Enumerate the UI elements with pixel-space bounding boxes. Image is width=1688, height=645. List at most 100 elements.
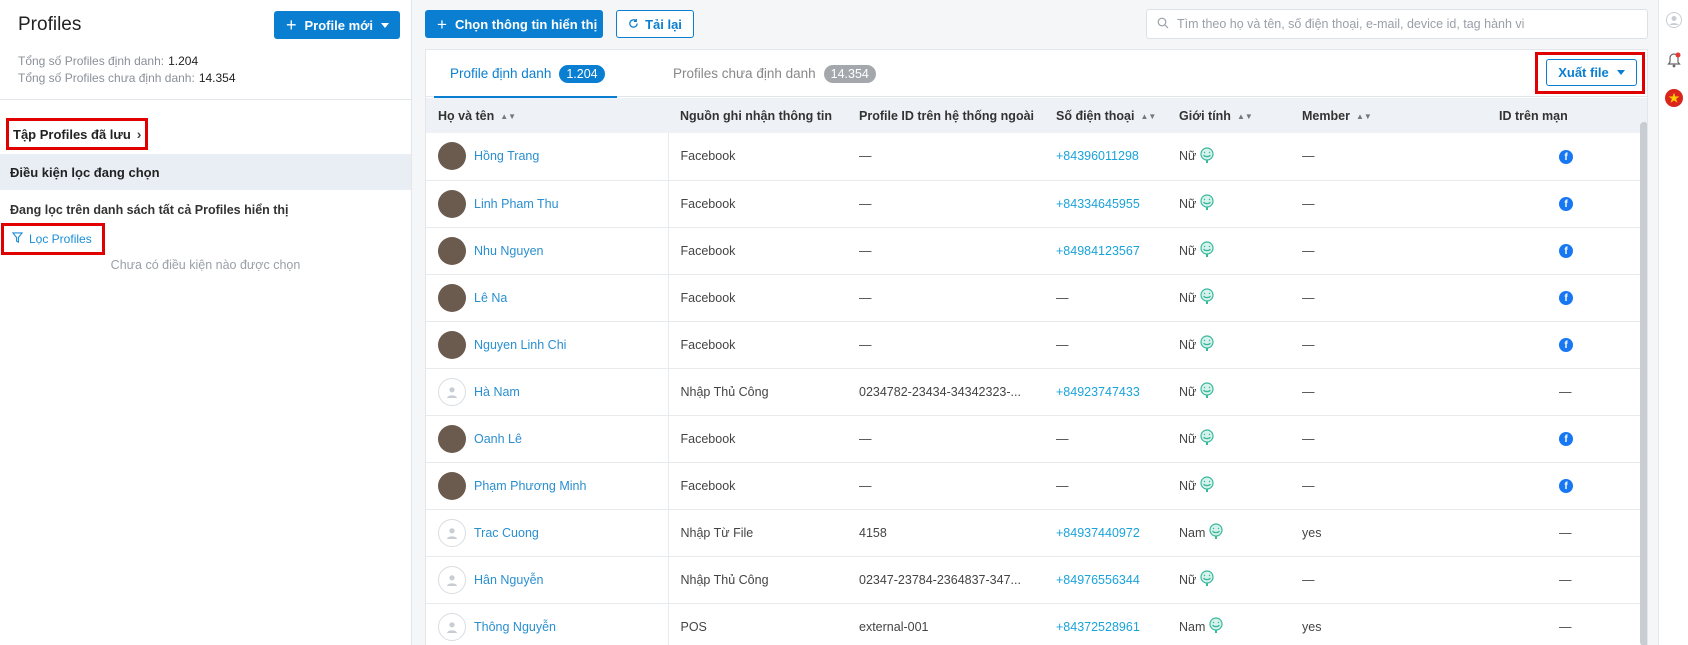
saved-profiles-link[interactable]: Tập Profiles đã lưu › <box>6 118 148 150</box>
user-icon[interactable] <box>1664 10 1684 30</box>
export-file-button[interactable]: Xuất file <box>1546 59 1637 86</box>
cell-member: — <box>1290 415 1487 463</box>
cell-source: Facebook <box>668 227 847 275</box>
filter-profiles-button[interactable]: Lọc Profiles <box>1 223 105 255</box>
cell-phone: +84937440972 <box>1044 509 1167 557</box>
stat-identified: Tổng số Profiles định danh: 1.204 <box>18 54 199 68</box>
profile-name-link[interactable]: Nhu Nguyen <box>474 244 544 258</box>
search-icon <box>1157 17 1169 32</box>
table-row[interactable]: Hân Nguyễn Nhập Thủ Công 02347-23784-23648… <box>426 556 1647 604</box>
tab-identified[interactable]: Profile định danh 1.204 <box>434 50 617 98</box>
phone-number: +84372528961 <box>1056 619 1140 634</box>
cell-member: — <box>1290 556 1487 604</box>
profile-name-link[interactable]: Linh Pham Thu <box>474 197 559 211</box>
cell-member: — <box>1290 227 1487 275</box>
cell-source: Facebook <box>668 133 847 181</box>
avatar <box>438 377 466 406</box>
cell-gender: Nữ <box>1167 462 1290 510</box>
cell-external-id: — <box>847 274 1044 322</box>
avatar <box>438 424 466 453</box>
profile-name-link[interactable]: Hà Nam <box>474 385 520 399</box>
phone-number: — <box>1056 337 1069 352</box>
table-row[interactable]: Oanh Lê Facebook — — Nữ — f <box>426 415 1647 463</box>
language-flag-icon[interactable] <box>1664 88 1684 108</box>
profile-name-link[interactable]: Hồng Trang <box>474 149 539 163</box>
facebook-icon[interactable]: f <box>1559 432 1573 447</box>
new-profile-button[interactable]: + Profile mới <box>274 11 400 39</box>
table-row[interactable]: Thông Nguyễn POS external-001 +84372528961 N… <box>426 603 1647 645</box>
gender-face-icon <box>1198 475 1216 496</box>
facebook-icon[interactable]: f <box>1559 244 1573 259</box>
sort-icon: ▲▼ <box>1140 111 1157 121</box>
tab-bar: Profile định danh 1.204 Profiles chưa đị… <box>426 50 1647 98</box>
cell-name: Linh Pham Thu <box>426 180 669 228</box>
cell-source: Facebook <box>668 415 847 463</box>
table-row[interactable]: Hà Nam Nhập Thủ Công 0234782-23434-3434232… <box>426 368 1647 416</box>
column-header-source: Nguồn ghi nhận thông tin <box>668 98 847 133</box>
left-panel: Profiles + Profile mới Tổng số Profiles … <box>0 0 412 645</box>
cell-phone: +84923747433 <box>1044 368 1167 416</box>
cell-gender: Nam <box>1167 603 1290 645</box>
facebook-icon[interactable]: f <box>1559 150 1573 164</box>
table-row[interactable]: Trac Cuong Nhập Từ File 4158 +84937440972 Na… <box>426 509 1647 557</box>
select-fields-button[interactable]: + Chọn thông tin hiển thị <box>425 10 603 38</box>
cell-source: Nhập Thủ Công <box>668 556 847 604</box>
table-header: Họ và tên ▲▼ Nguồn ghi nhận thông tin Pro… <box>426 98 1647 133</box>
cell-phone: +84334645955 <box>1044 180 1167 228</box>
bell-icon[interactable] <box>1664 50 1684 70</box>
cell-social-id: — <box>1487 603 1647 645</box>
profile-name-link[interactable]: Thông Nguyễn <box>474 620 556 634</box>
cell-name: Lê Na <box>426 274 669 322</box>
cell-external-id: 4158 <box>847 509 1044 557</box>
avatar <box>438 612 466 641</box>
sort-icon: ▲▼ <box>1355 111 1372 121</box>
gender-face-icon <box>1198 381 1216 402</box>
cell-phone: +84976556344 <box>1044 556 1167 604</box>
facebook-icon[interactable]: f <box>1559 197 1573 212</box>
column-header-gender[interactable]: Giới tính ▲▼ <box>1167 98 1290 133</box>
column-header-phone[interactable]: Số điện thoại ▲▼ <box>1044 98 1167 133</box>
reload-button[interactable]: Tải lại <box>616 10 694 38</box>
table-row[interactable]: Lê Na Facebook — — Nữ — f <box>426 274 1647 322</box>
cell-source: Facebook <box>668 180 847 228</box>
cell-social-id: f <box>1487 133 1647 181</box>
column-header-name[interactable]: Họ và tên ▲▼ <box>426 98 668 133</box>
gender-face-icon <box>1198 428 1216 449</box>
gender-label: Nữ <box>1179 196 1197 211</box>
facebook-icon[interactable]: f <box>1559 291 1573 306</box>
gender-face-icon <box>1198 569 1216 590</box>
cell-external-id: — <box>847 133 1044 181</box>
profile-name-link[interactable]: Hân Nguyễn <box>474 573 544 587</box>
facebook-icon[interactable]: f <box>1559 479 1573 494</box>
table-row[interactable]: Linh Pham Thu Facebook — +84334645955 Nữ — f <box>426 180 1647 228</box>
avatar <box>438 565 466 594</box>
chevron-down-icon <box>381 22 389 28</box>
table-row[interactable]: Phạm Phương Minh Facebook — — Nữ — f <box>426 462 1647 510</box>
profile-name-link[interactable]: Trac Cuong <box>474 526 539 540</box>
profile-name-link[interactable]: Oanh Lê <box>474 432 522 446</box>
cell-member: — <box>1290 133 1487 181</box>
cell-member: — <box>1290 462 1487 510</box>
column-header-member[interactable]: Member ▲▼ <box>1290 98 1487 133</box>
gender-face-icon <box>1198 334 1216 355</box>
table-row[interactable]: Nhu Nguyen Facebook — +84984123567 Nữ — f <box>426 227 1647 275</box>
cell-member: — <box>1290 274 1487 322</box>
profile-name-link[interactable]: Nguyen Linh Chi <box>474 338 566 352</box>
tab-label: Profile định danh <box>450 66 552 81</box>
table-scrollbar[interactable] <box>1640 122 1647 645</box>
cell-name: Hà Nam <box>426 368 669 416</box>
table-row[interactable]: Hồng Trang Facebook — +84396011298 Nữ — f <box>426 133 1647 181</box>
profile-name-link[interactable]: Lê Na <box>474 291 507 305</box>
search-input[interactable] <box>1177 17 1637 31</box>
table-row[interactable]: Nguyen Linh Chi Facebook — — Nữ — f <box>426 321 1647 369</box>
gender-label: Nữ <box>1179 572 1197 587</box>
cell-name: Nguyen Linh Chi <box>426 321 669 369</box>
tab-unidentified[interactable]: Profiles chưa định danh 14.354 <box>673 50 876 97</box>
gender-label: Nữ <box>1179 243 1197 258</box>
avatar <box>438 330 466 359</box>
facebook-icon[interactable]: f <box>1559 338 1573 353</box>
gender-label: Nữ <box>1179 431 1197 446</box>
profile-name-link[interactable]: Phạm Phương Minh <box>474 479 586 493</box>
cell-gender: Nữ <box>1167 415 1290 463</box>
phone-number: +84976556344 <box>1056 572 1140 587</box>
